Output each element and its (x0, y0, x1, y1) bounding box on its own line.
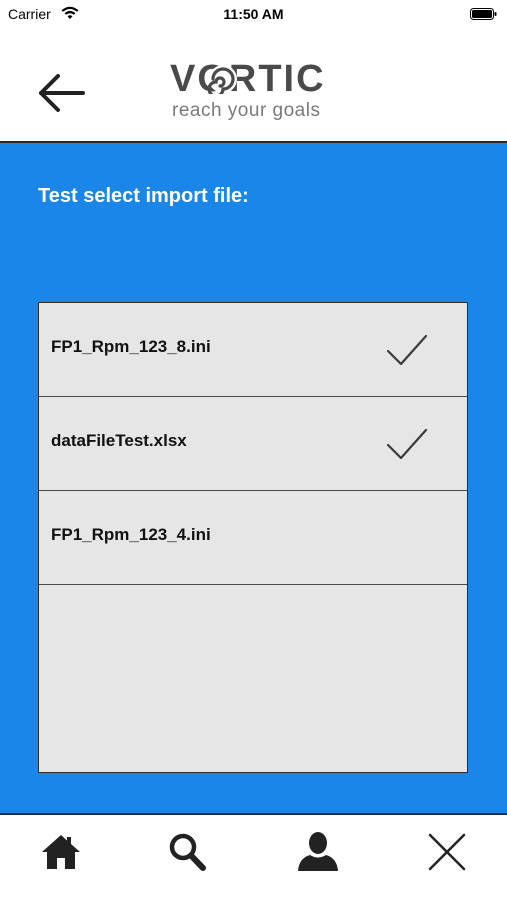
home-icon (42, 835, 80, 869)
list-item[interactable]: FP1_Rpm_123_8.ini (39, 303, 467, 397)
checkmark-icon (386, 428, 428, 460)
vortic-logo: VORTIC reach your goals (170, 58, 340, 128)
file-name: dataFileTest.xlsx (51, 431, 187, 450)
arrow-left-icon (39, 74, 85, 112)
tab-profile[interactable] (295, 829, 341, 875)
back-button[interactable] (36, 70, 88, 116)
close-icon (428, 833, 466, 871)
page-title: Test select import file: (38, 185, 249, 207)
user-icon (298, 832, 338, 871)
logo-text: VORTIC (170, 58, 326, 100)
header: VORTIC reach your goals (0, 30, 507, 142)
search-icon (169, 833, 206, 871)
file-name: FP1_Rpm_123_4.ini (51, 525, 211, 544)
logo-tagline: reach your goals (172, 100, 321, 121)
tab-search[interactable] (164, 829, 210, 875)
file-name: FP1_Rpm_123_8.ini (51, 337, 211, 356)
status-time: 11:50 AM (223, 6, 284, 22)
list-item[interactable]: dataFileTest.xlsx (39, 397, 467, 491)
tab-bar (0, 815, 507, 900)
list-item[interactable]: FP1_Rpm_123_4.ini (39, 491, 467, 585)
checkmark-icon (386, 334, 428, 366)
battery-icon (470, 8, 497, 20)
status-bar: Carrier 11:50 AM (0, 0, 507, 30)
file-list: FP1_Rpm_123_8.ini dataFileTest.xlsx FP1_… (38, 302, 468, 773)
swirl-icon (208, 65, 237, 94)
main-panel: Test select import file: FP1_Rpm_123_8.i… (0, 143, 507, 814)
tab-close[interactable] (424, 829, 470, 875)
tab-home[interactable] (38, 829, 84, 875)
